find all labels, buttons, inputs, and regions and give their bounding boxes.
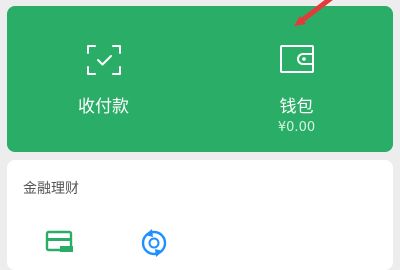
card-icon[interactable] — [45, 230, 73, 256]
wallet-label: 钱包 — [279, 97, 314, 117]
red-arrow-annotation — [288, 0, 348, 34]
wallet-icon — [279, 44, 315, 78]
pay-receive-label: 收付款 — [78, 97, 129, 117]
pay-receive-button[interactable]: 收付款 — [7, 6, 200, 152]
wallet-balance: ¥0.00 — [277, 120, 316, 135]
refresh-coin-icon[interactable] — [139, 226, 169, 264]
finance-section: 金融理财 — [7, 160, 393, 270]
scan-qr-icon — [86, 44, 122, 80]
finance-section-title: 金融理财 — [23, 181, 79, 197]
